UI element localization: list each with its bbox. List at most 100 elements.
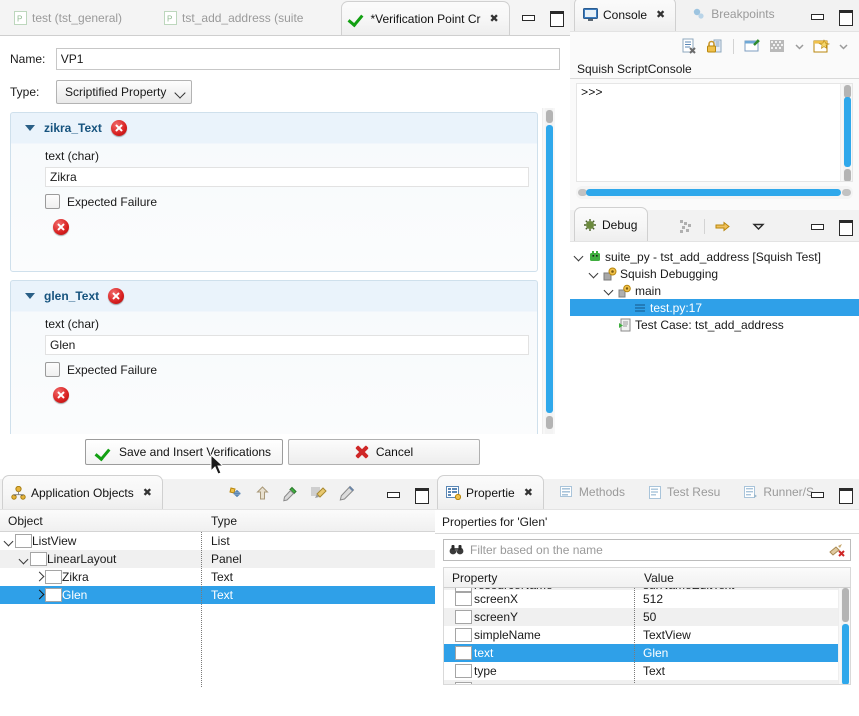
debug-tree-row[interactable]: suite_py - tst_add_address [Squish Test] bbox=[570, 248, 859, 265]
open-console-menu-icon[interactable] bbox=[838, 38, 849, 55]
table-row-selected[interactable]: text Glen bbox=[444, 644, 850, 662]
table-row[interactable]: LinearLayout Panel bbox=[0, 550, 435, 568]
collapse-twisty-icon[interactable] bbox=[25, 123, 35, 133]
minimize-icon[interactable] bbox=[520, 8, 536, 24]
row-checkbox[interactable] bbox=[455, 592, 472, 606]
chevron-down-icon[interactable] bbox=[574, 251, 585, 262]
save-and-insert-verifications-button[interactable]: Save and Insert Verifications bbox=[85, 439, 283, 465]
scrollbar-up-cap[interactable] bbox=[546, 110, 553, 123]
minimize-icon[interactable] bbox=[385, 485, 401, 501]
parent-object-icon[interactable] bbox=[254, 485, 271, 502]
table-row[interactable]: resourceName surNameEditText bbox=[444, 588, 850, 590]
clear-filter-icon[interactable] bbox=[829, 543, 845, 557]
disconnect-icon[interactable] bbox=[678, 218, 695, 235]
edit-object-icon[interactable] bbox=[338, 485, 355, 502]
properties-vertical-scrollbar[interactable] bbox=[838, 588, 850, 685]
eyedropper-icon[interactable] bbox=[282, 485, 299, 502]
tab-test-results[interactable]: Test Resu bbox=[641, 475, 730, 509]
close-icon[interactable]: ✖ bbox=[143, 486, 152, 499]
row-checkbox[interactable] bbox=[455, 664, 472, 678]
editor-vertical-scrollbar[interactable] bbox=[542, 108, 555, 434]
name-input[interactable] bbox=[56, 48, 560, 70]
collapse-twisty-icon[interactable] bbox=[25, 291, 35, 301]
step-icon[interactable] bbox=[714, 218, 731, 235]
tab-properties[interactable]: Propertie ✖ bbox=[437, 475, 544, 509]
table-row[interactable]: ListView List bbox=[0, 532, 435, 550]
minimize-icon[interactable] bbox=[809, 7, 825, 23]
properties-filter-input[interactable]: Filter based on the name bbox=[470, 543, 823, 557]
debug-tree-row-selected[interactable]: test.py:17 bbox=[570, 299, 859, 316]
chevron-down-icon[interactable] bbox=[19, 554, 30, 565]
table-row[interactable]: Zikra Text bbox=[0, 568, 435, 586]
tab-console[interactable]: Console ✖ bbox=[574, 0, 676, 31]
row-checkbox[interactable] bbox=[455, 646, 472, 660]
property-value-input[interactable] bbox=[45, 335, 529, 355]
properties-filter[interactable]: Filter based on the name bbox=[443, 539, 851, 561]
highlight-object-icon[interactable] bbox=[310, 485, 327, 502]
cancel-button[interactable]: Cancel bbox=[288, 439, 480, 465]
scrollbar-down-cap[interactable] bbox=[844, 169, 851, 182]
chevron-down-icon[interactable] bbox=[604, 285, 615, 296]
console-horizontal-scrollbar[interactable] bbox=[576, 186, 853, 199]
verification-section-header[interactable]: glen_Text bbox=[11, 281, 537, 311]
row-checkbox[interactable] bbox=[455, 610, 472, 624]
close-icon[interactable]: ✖ bbox=[490, 12, 499, 25]
chevron-down-icon[interactable] bbox=[4, 536, 15, 547]
table-row[interactable]: screenY 50 bbox=[444, 608, 850, 626]
maximize-icon[interactable] bbox=[413, 485, 429, 501]
column-header-property[interactable]: Property bbox=[444, 571, 636, 585]
scrollbar-down-cap[interactable] bbox=[546, 416, 553, 429]
debug-tree-row[interactable]: main bbox=[570, 282, 859, 299]
minimize-icon[interactable] bbox=[809, 485, 825, 501]
minimize-icon[interactable] bbox=[809, 217, 825, 233]
row-checkbox[interactable] bbox=[455, 628, 472, 642]
tab-methods[interactable]: Methods bbox=[552, 475, 635, 509]
console-vertical-scrollbar[interactable] bbox=[840, 84, 852, 181]
row-checkbox[interactable] bbox=[455, 682, 472, 685]
tab-test-tst-general[interactable]: P test (tst_general) bbox=[6, 1, 132, 35]
expected-failure-checkbox[interactable] bbox=[45, 362, 60, 377]
expected-failure-row[interactable]: Expected Failure bbox=[45, 194, 537, 209]
table-row[interactable]: type Text bbox=[444, 662, 850, 680]
scrollbar-right-cap[interactable] bbox=[842, 189, 851, 196]
view-menu-icon[interactable] bbox=[750, 218, 767, 235]
chevron-right-icon[interactable] bbox=[34, 572, 45, 583]
console-output[interactable]: >>> bbox=[576, 83, 853, 182]
display-selected-console-icon[interactable] bbox=[769, 38, 786, 55]
maximize-icon[interactable] bbox=[837, 217, 853, 233]
clear-console-icon[interactable] bbox=[681, 38, 698, 55]
open-console-icon[interactable] bbox=[813, 38, 830, 55]
tab-breakpoints[interactable]: Breakpoints bbox=[684, 0, 784, 31]
scrollbar-thumb[interactable] bbox=[586, 189, 841, 196]
pin-console-icon[interactable] bbox=[744, 38, 761, 55]
maximize-icon[interactable] bbox=[837, 7, 853, 23]
table-row[interactable]: screenX 512 bbox=[444, 590, 850, 608]
chevron-right-icon[interactable] bbox=[34, 590, 45, 601]
property-value-input[interactable] bbox=[45, 167, 529, 187]
expected-failure-row[interactable]: Expected Failure bbox=[45, 362, 537, 377]
column-header-object[interactable]: Object bbox=[0, 514, 203, 528]
scroll-lock-icon[interactable] bbox=[706, 38, 723, 55]
maximize-icon[interactable] bbox=[837, 485, 853, 501]
scrollbar-up-cap[interactable] bbox=[842, 588, 849, 622]
column-header-type[interactable]: Type bbox=[203, 514, 435, 528]
close-icon[interactable]: ✖ bbox=[656, 8, 665, 21]
scrollbar-thumb[interactable] bbox=[842, 624, 849, 685]
type-select[interactable]: Scriptified Property bbox=[56, 80, 192, 104]
scrollbar-thumb[interactable] bbox=[844, 97, 851, 167]
table-row[interactable]: visible true bbox=[444, 680, 850, 685]
tab-tst-add-address[interactable]: P tst_add_address (suite bbox=[156, 1, 313, 35]
close-icon[interactable]: ✖ bbox=[524, 486, 533, 499]
expected-failure-checkbox[interactable] bbox=[45, 194, 60, 209]
tab-debug[interactable]: Debug bbox=[574, 207, 648, 241]
tab-application-objects[interactable]: Application Objects ✖ bbox=[2, 475, 163, 509]
pick-object-icon[interactable] bbox=[226, 485, 243, 502]
table-row-selected[interactable]: Glen Text bbox=[0, 586, 435, 604]
debug-tree-row[interactable]: Squish Debugging bbox=[570, 265, 859, 282]
maximize-icon[interactable] bbox=[548, 8, 564, 24]
verification-section-header[interactable]: zikra_Text bbox=[11, 113, 537, 143]
tab-verification-point-creation[interactable]: *Verification Point Cr ✖ bbox=[341, 1, 509, 35]
display-selected-console-menu-icon[interactable] bbox=[794, 38, 805, 55]
table-row[interactable]: simpleName TextView bbox=[444, 626, 850, 644]
scrollbar-thumb[interactable] bbox=[546, 125, 553, 413]
